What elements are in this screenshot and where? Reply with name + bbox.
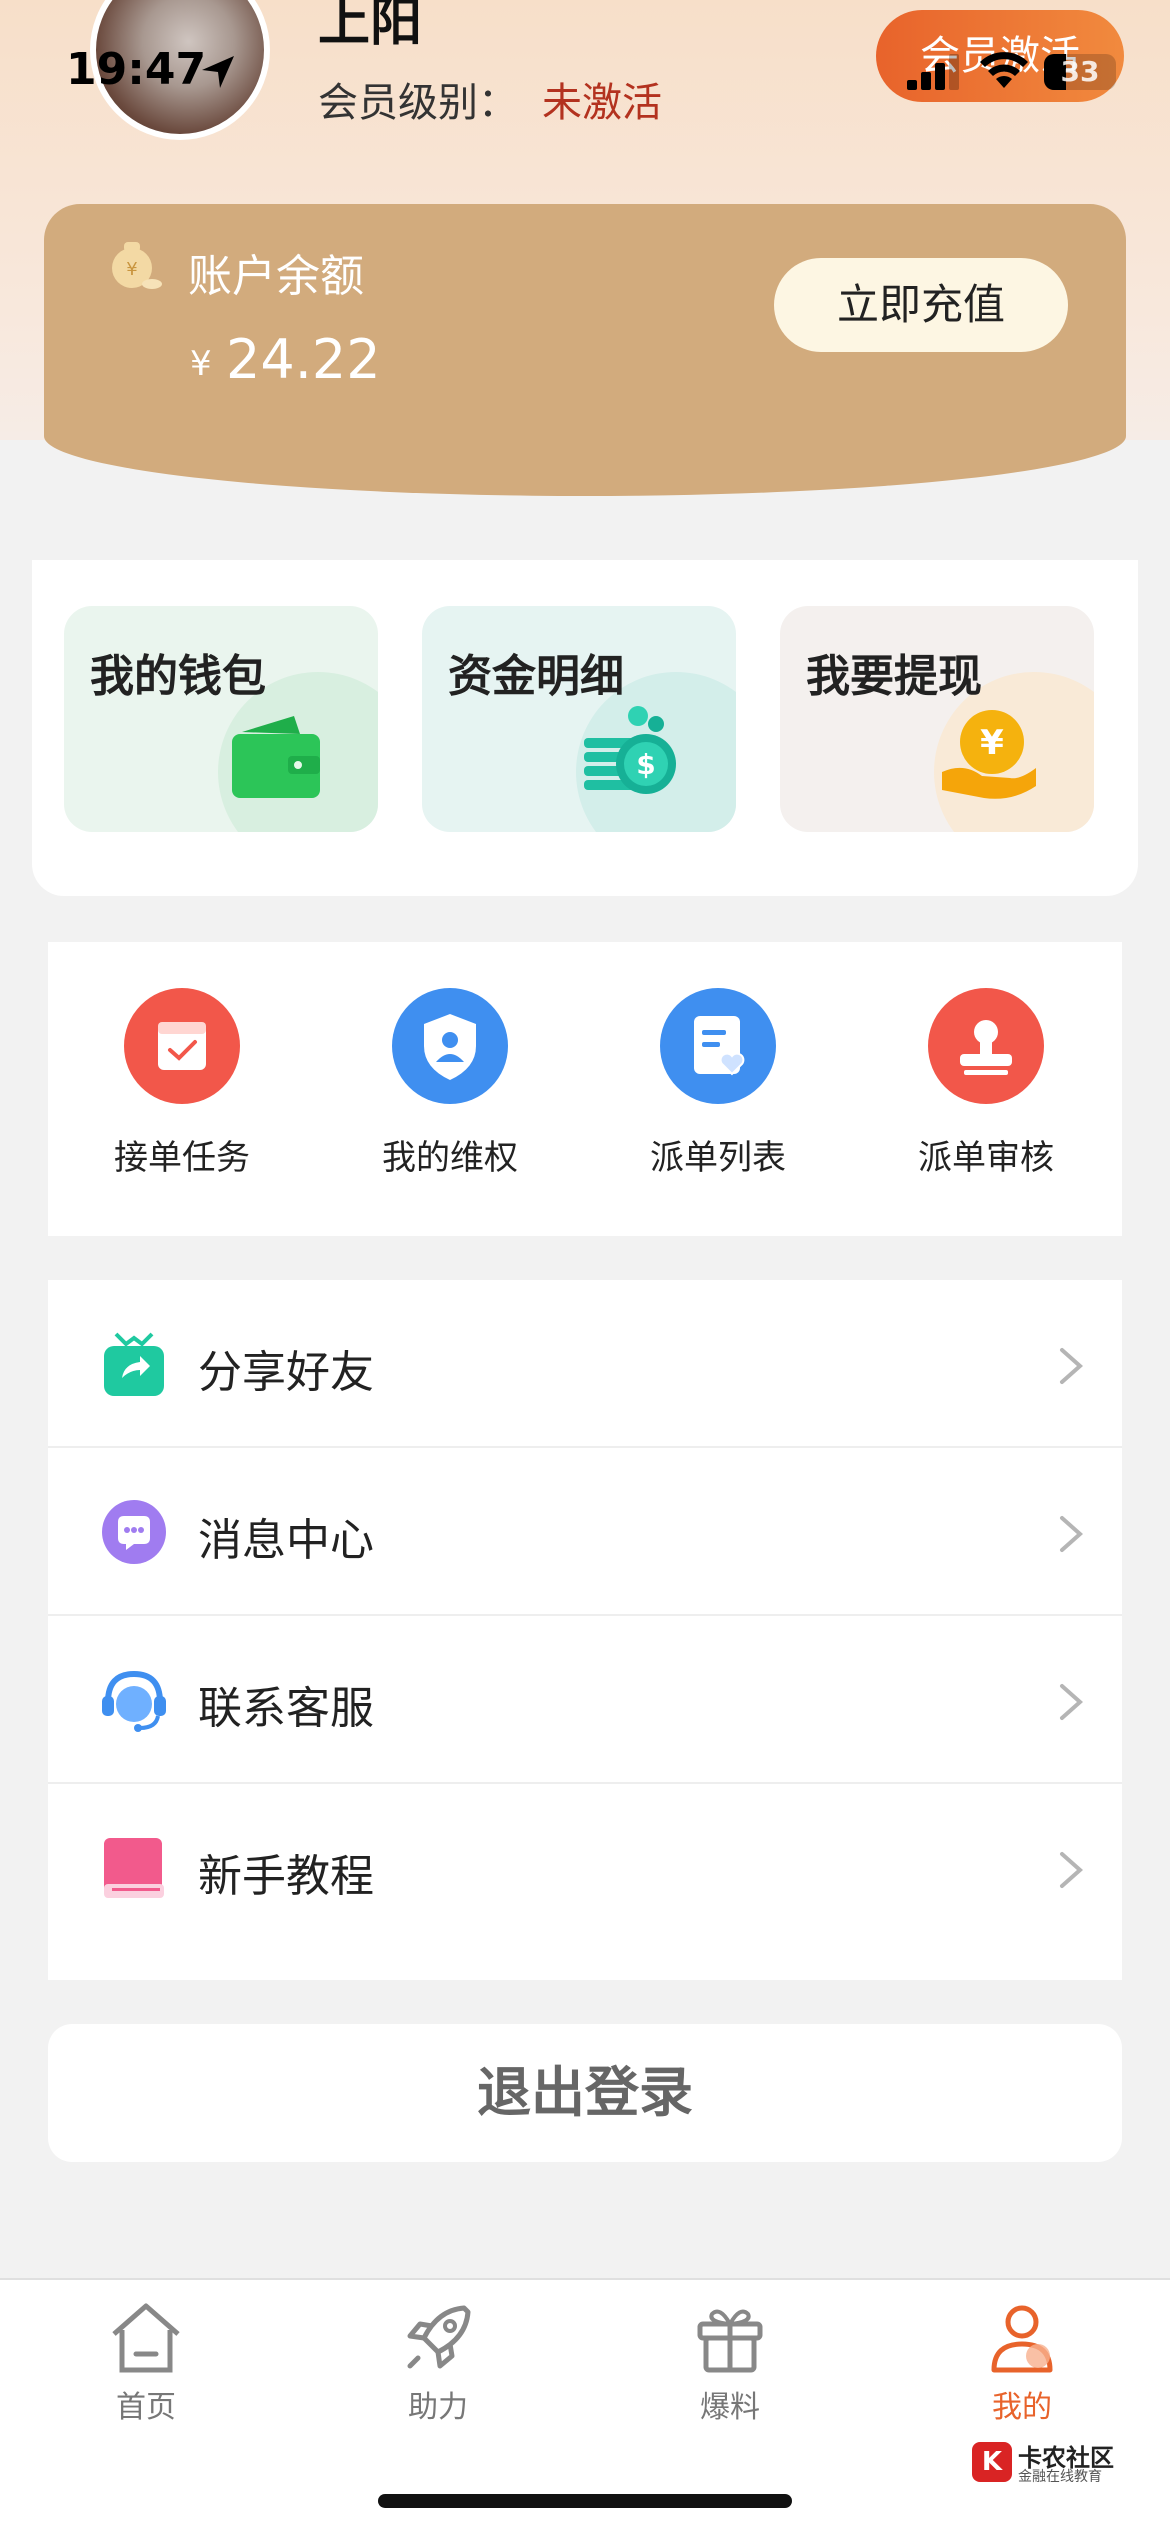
svg-text:¥: ¥ <box>126 259 137 280</box>
rocket-icon <box>407 2305 471 2369</box>
quick-action-dispatch-review[interactable]: 派单审核 <box>852 988 1120 1179</box>
tab-label: 首页 <box>116 2390 176 2425</box>
wallet-card-my-wallet[interactable]: 我的钱包 <box>64 606 378 832</box>
home-indicator <box>378 2494 792 2508</box>
quick-action-label: 我的维权 <box>382 1138 518 1178</box>
signal-icon <box>907 54 959 90</box>
headset-icon <box>102 1670 166 1732</box>
menu-item-label: 消息中心 <box>198 1515 374 1566</box>
wallet-card-label: 我的钱包 <box>90 651 266 702</box>
balance-currency: ¥ <box>190 344 212 384</box>
watermark-mark: K <box>972 2442 1012 2482</box>
balance-label: 账户余额 <box>188 251 364 302</box>
menu-list: 分享好友 消息中心 联系客服 新手教程 <box>48 1280 1122 1980</box>
battery-level: 33 <box>1060 55 1100 88</box>
battery-icon: 33 <box>1044 54 1116 90</box>
tab-label: 爆料 <box>700 2390 760 2425</box>
logout-button[interactable]: 退出登录 <box>48 2024 1122 2162</box>
share-gift-icon <box>104 1332 164 1396</box>
balance-amount: 24.22 <box>226 328 381 391</box>
menu-item-label: 分享好友 <box>198 1347 374 1398</box>
menu-item-message-center[interactable]: 消息中心 <box>48 1448 1122 1616</box>
menu-item-beginner-tutorial[interactable]: 新手教程 <box>48 1784 1122 1952</box>
gift-box-icon <box>697 2309 763 2373</box>
svg-text:¥: ¥ <box>980 723 1004 763</box>
watermark-subtitle: 金融在线教育 <box>1018 2469 1102 2485</box>
user-icon <box>991 2305 1053 2373</box>
wallet-icon <box>232 716 320 798</box>
status-time: 19:47 <box>66 44 207 95</box>
tab-scoop[interactable]: 爆料 <box>584 2298 876 2426</box>
menu-item-customer-service[interactable]: 联系客服 <box>48 1616 1122 1784</box>
shield-user-icon <box>424 1014 476 1080</box>
wallet-card-label: 资金明细 <box>448 651 624 702</box>
document-heart-icon <box>694 1016 745 1076</box>
stamp-icon <box>960 1020 1012 1075</box>
task-calendar-icon <box>158 1022 206 1070</box>
quick-action-my-rights[interactable]: 我的维权 <box>316 988 584 1179</box>
location-arrow-icon <box>202 56 234 88</box>
tab-home[interactable]: 首页 <box>0 2298 292 2426</box>
chevron-right-icon <box>1060 1348 1084 1384</box>
quick-action-receive-task[interactable]: 接单任务 <box>48 988 316 1179</box>
menu-item-share-friends[interactable]: 分享好友 <box>48 1280 1122 1448</box>
balance-card: ¥ 账户余额 ¥ 24.22 立即充值 <box>44 204 1126 496</box>
money-bag-icon: ¥ <box>112 242 162 289</box>
quick-action-label: 接单任务 <box>114 1138 250 1178</box>
tab-label: 助力 <box>408 2390 468 2425</box>
home-icon <box>112 2303 180 2373</box>
coin-stack-icon: $ <box>584 706 676 794</box>
watermark-logo: K 卡农社区 金融在线教育 <box>972 2438 1132 2488</box>
chevron-right-icon <box>1060 1852 1084 1888</box>
book-icon <box>104 1838 164 1898</box>
svg-text:$: $ <box>636 748 655 781</box>
chevron-right-icon <box>1060 1516 1084 1552</box>
message-bubble-icon <box>102 1500 166 1564</box>
menu-item-label: 新手教程 <box>198 1851 374 1902</box>
recharge-button[interactable]: 立即充值 <box>774 258 1068 352</box>
quick-actions-panel: 接单任务 我的维权 派单列表 派单审核 <box>48 942 1122 1236</box>
chevron-right-icon <box>1060 1684 1084 1720</box>
tab-mine[interactable]: 我的 <box>876 2298 1168 2426</box>
quick-action-label: 派单审核 <box>918 1138 1054 1178</box>
quick-action-dispatch-list[interactable]: 派单列表 <box>584 988 852 1179</box>
status-bar: 19:47 33 <box>0 0 1170 150</box>
wallet-card-fund-details[interactable]: 资金明细 $ <box>422 606 736 832</box>
menu-item-label: 联系客服 <box>198 1683 374 1734</box>
wallet-card-withdraw[interactable]: 我要提现 ¥ <box>780 606 1094 832</box>
tab-boost[interactable]: 助力 <box>292 2298 584 2426</box>
wallet-panel: 我的钱包 资金明细 $ 我要提现 ¥ <box>32 560 1138 896</box>
wifi-icon <box>980 52 1028 88</box>
tab-label: 我的 <box>992 2390 1052 2425</box>
quick-action-label: 派单列表 <box>650 1138 786 1178</box>
withdraw-hand-icon: ¥ <box>942 710 1036 799</box>
wallet-card-label: 我要提现 <box>806 651 982 702</box>
